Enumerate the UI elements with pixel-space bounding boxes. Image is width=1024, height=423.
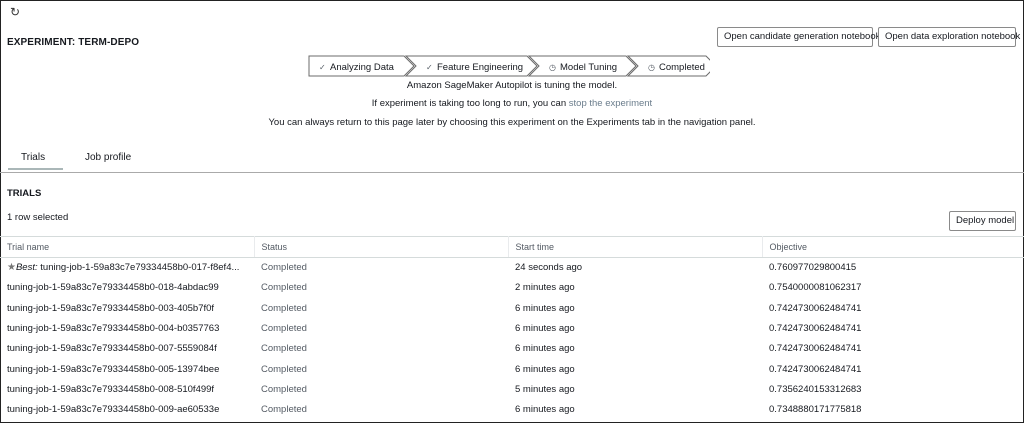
start-time-cell: 2 minutes ago — [515, 282, 575, 294]
trial-name-cell[interactable]: tuning-job-1-59a83c7e79334458b0-008-510f… — [0, 379, 254, 399]
trial-name-cell[interactable]: tuning-job-1-59a83c7e79334458b0-005-1397… — [0, 359, 254, 379]
table-row[interactable]: tuning-job-1-59a83c7e79334458b0-005-1397… — [0, 359, 1024, 379]
objective-cell: 0.7424730062484741 — [769, 343, 862, 355]
trial-name-cell[interactable]: tuning-job-1-59a83c7e79334458b0-018-4abd… — [0, 278, 254, 298]
step-model-tuning: ◷ Model Tuning — [527, 55, 637, 77]
start-time-cell: 5 minutes ago — [515, 383, 575, 395]
refresh-icon[interactable]: ↻ — [8, 5, 22, 19]
step-label: Feature Engineering — [437, 62, 523, 73]
table-row[interactable]: tuning-job-1-59a83c7e79334458b0-003-405b… — [0, 298, 1024, 318]
open-candidate-notebook-button[interactable]: Open candidate generation notebook — [717, 27, 880, 47]
objective-cell: 0.760977029800415 — [769, 262, 857, 274]
step-label: Analyzing Data — [330, 62, 395, 73]
tuning-message: Amazon SageMaker Autopilot is tuning the… — [406, 80, 618, 91]
progress-steps: ✓ Analyzing Data ✓ Feature Engineering ◷ Mode… — [308, 55, 710, 77]
column-header-trial-name[interactable]: Trial name — [0, 236, 255, 258]
step-feature-engineering: ✓ Feature Engineering — [404, 55, 538, 77]
clock-icon: ◷ — [549, 63, 556, 72]
stop-experiment-link[interactable]: stop the experiment — [569, 98, 652, 109]
long-run-text: If experiment is taking too long to run,… — [371, 98, 567, 109]
objective-cell: 0.7540000081062317 — [769, 282, 862, 294]
objective-cell: 0.7356240153312683 — [769, 383, 862, 395]
open-data-exploration-notebook-button[interactable]: Open data exploration notebook — [878, 27, 1020, 47]
objective-cell: 0.7348880171775818 — [769, 404, 862, 416]
clock-icon: ◷ — [648, 63, 655, 72]
objective-cell: 0.7424730062484741 — [769, 323, 862, 335]
step-completed: ◷ Completed — [626, 55, 710, 77]
status-cell: Completed — [261, 282, 307, 294]
trials-table: Trial name Status Start time Objective ★… — [0, 236, 1024, 420]
table-header-row: Trial name Status Start time Objective — [0, 236, 1024, 258]
trial-name-cell[interactable]: ★Best: tuning-job-1-59a83c7e79334458b0-0… — [0, 258, 254, 278]
table-row[interactable]: tuning-job-1-59a83c7e79334458b0-018-4abd… — [0, 278, 1024, 298]
step-analyzing-data: ✓ Analyzing Data — [308, 55, 415, 77]
best-label: Best: — [15, 262, 38, 274]
table-row[interactable]: tuning-job-1-59a83c7e79334458b0-008-510f… — [0, 379, 1024, 399]
trial-name-cell[interactable]: tuning-job-1-59a83c7e79334458b0-009-ae60… — [0, 400, 254, 420]
start-time-cell: 6 minutes ago — [515, 323, 575, 335]
start-time-cell: 6 minutes ago — [515, 404, 575, 416]
active-tab-indicator — [8, 168, 63, 170]
check-icon: ✓ — [426, 63, 433, 72]
table-row[interactable]: tuning-job-1-59a83c7e79334458b0-009-ae60… — [0, 400, 1024, 420]
long-run-message: If experiment is taking too long to run,… — [0, 98, 1024, 109]
step-label: Completed — [659, 62, 705, 73]
column-header-status[interactable]: Status — [254, 236, 509, 258]
tab-divider — [0, 172, 1024, 173]
start-time-cell: 6 minutes ago — [515, 302, 575, 314]
step-label: Model Tuning — [560, 62, 617, 73]
trial-name-cell[interactable]: tuning-job-1-59a83c7e79334458b0-004-b035… — [0, 318, 254, 338]
column-header-start-time[interactable]: Start time — [508, 236, 763, 258]
status-cell: Completed — [261, 343, 307, 355]
tab-trials[interactable]: Trials — [21, 152, 45, 163]
start-time-cell: 6 minutes ago — [515, 363, 575, 375]
trial-name-cell[interactable]: tuning-job-1-59a83c7e79334458b0-003-405b… — [0, 298, 254, 318]
trials-heading: TRIALS — [7, 188, 42, 199]
table-row[interactable]: tuning-job-1-59a83c7e79334458b0-007-5559… — [0, 339, 1024, 359]
trial-name-cell[interactable]: tuning-job-1-59a83c7e79334458b0-007-5559… — [0, 339, 254, 359]
status-cell: Completed — [261, 302, 307, 314]
selection-count: 1 row selected — [7, 212, 69, 223]
trial-name: tuning-job-1-59a83c7e79334458b0-017-f8ef… — [40, 262, 240, 274]
return-note: You can always return to this page later… — [268, 117, 756, 128]
status-cell: Completed — [261, 404, 307, 416]
status-cell: Completed — [261, 363, 307, 375]
deploy-model-button[interactable]: Deploy model — [949, 211, 1016, 231]
status-cell: Completed — [261, 323, 307, 335]
check-icon: ✓ — [319, 63, 326, 72]
status-cell: Completed — [261, 262, 307, 274]
column-header-objective[interactable]: Objective — [762, 236, 1024, 258]
table-row[interactable]: tuning-job-1-59a83c7e79334458b0-004-b035… — [0, 318, 1024, 338]
start-time-cell: 24 seconds ago — [515, 262, 583, 274]
start-time-cell: 6 minutes ago — [515, 343, 575, 355]
experiment-title: EXPERIMENT: TERM-DEPO — [7, 37, 140, 48]
star-icon: ★ — [7, 262, 16, 274]
table-row[interactable]: ★Best: tuning-job-1-59a83c7e79334458b0-0… — [0, 258, 1024, 278]
objective-cell: 0.7424730062484741 — [769, 302, 862, 314]
status-cell: Completed — [261, 383, 307, 395]
tab-job-profile[interactable]: Job profile — [85, 152, 131, 163]
objective-cell: 0.7424730062484741 — [769, 363, 862, 375]
